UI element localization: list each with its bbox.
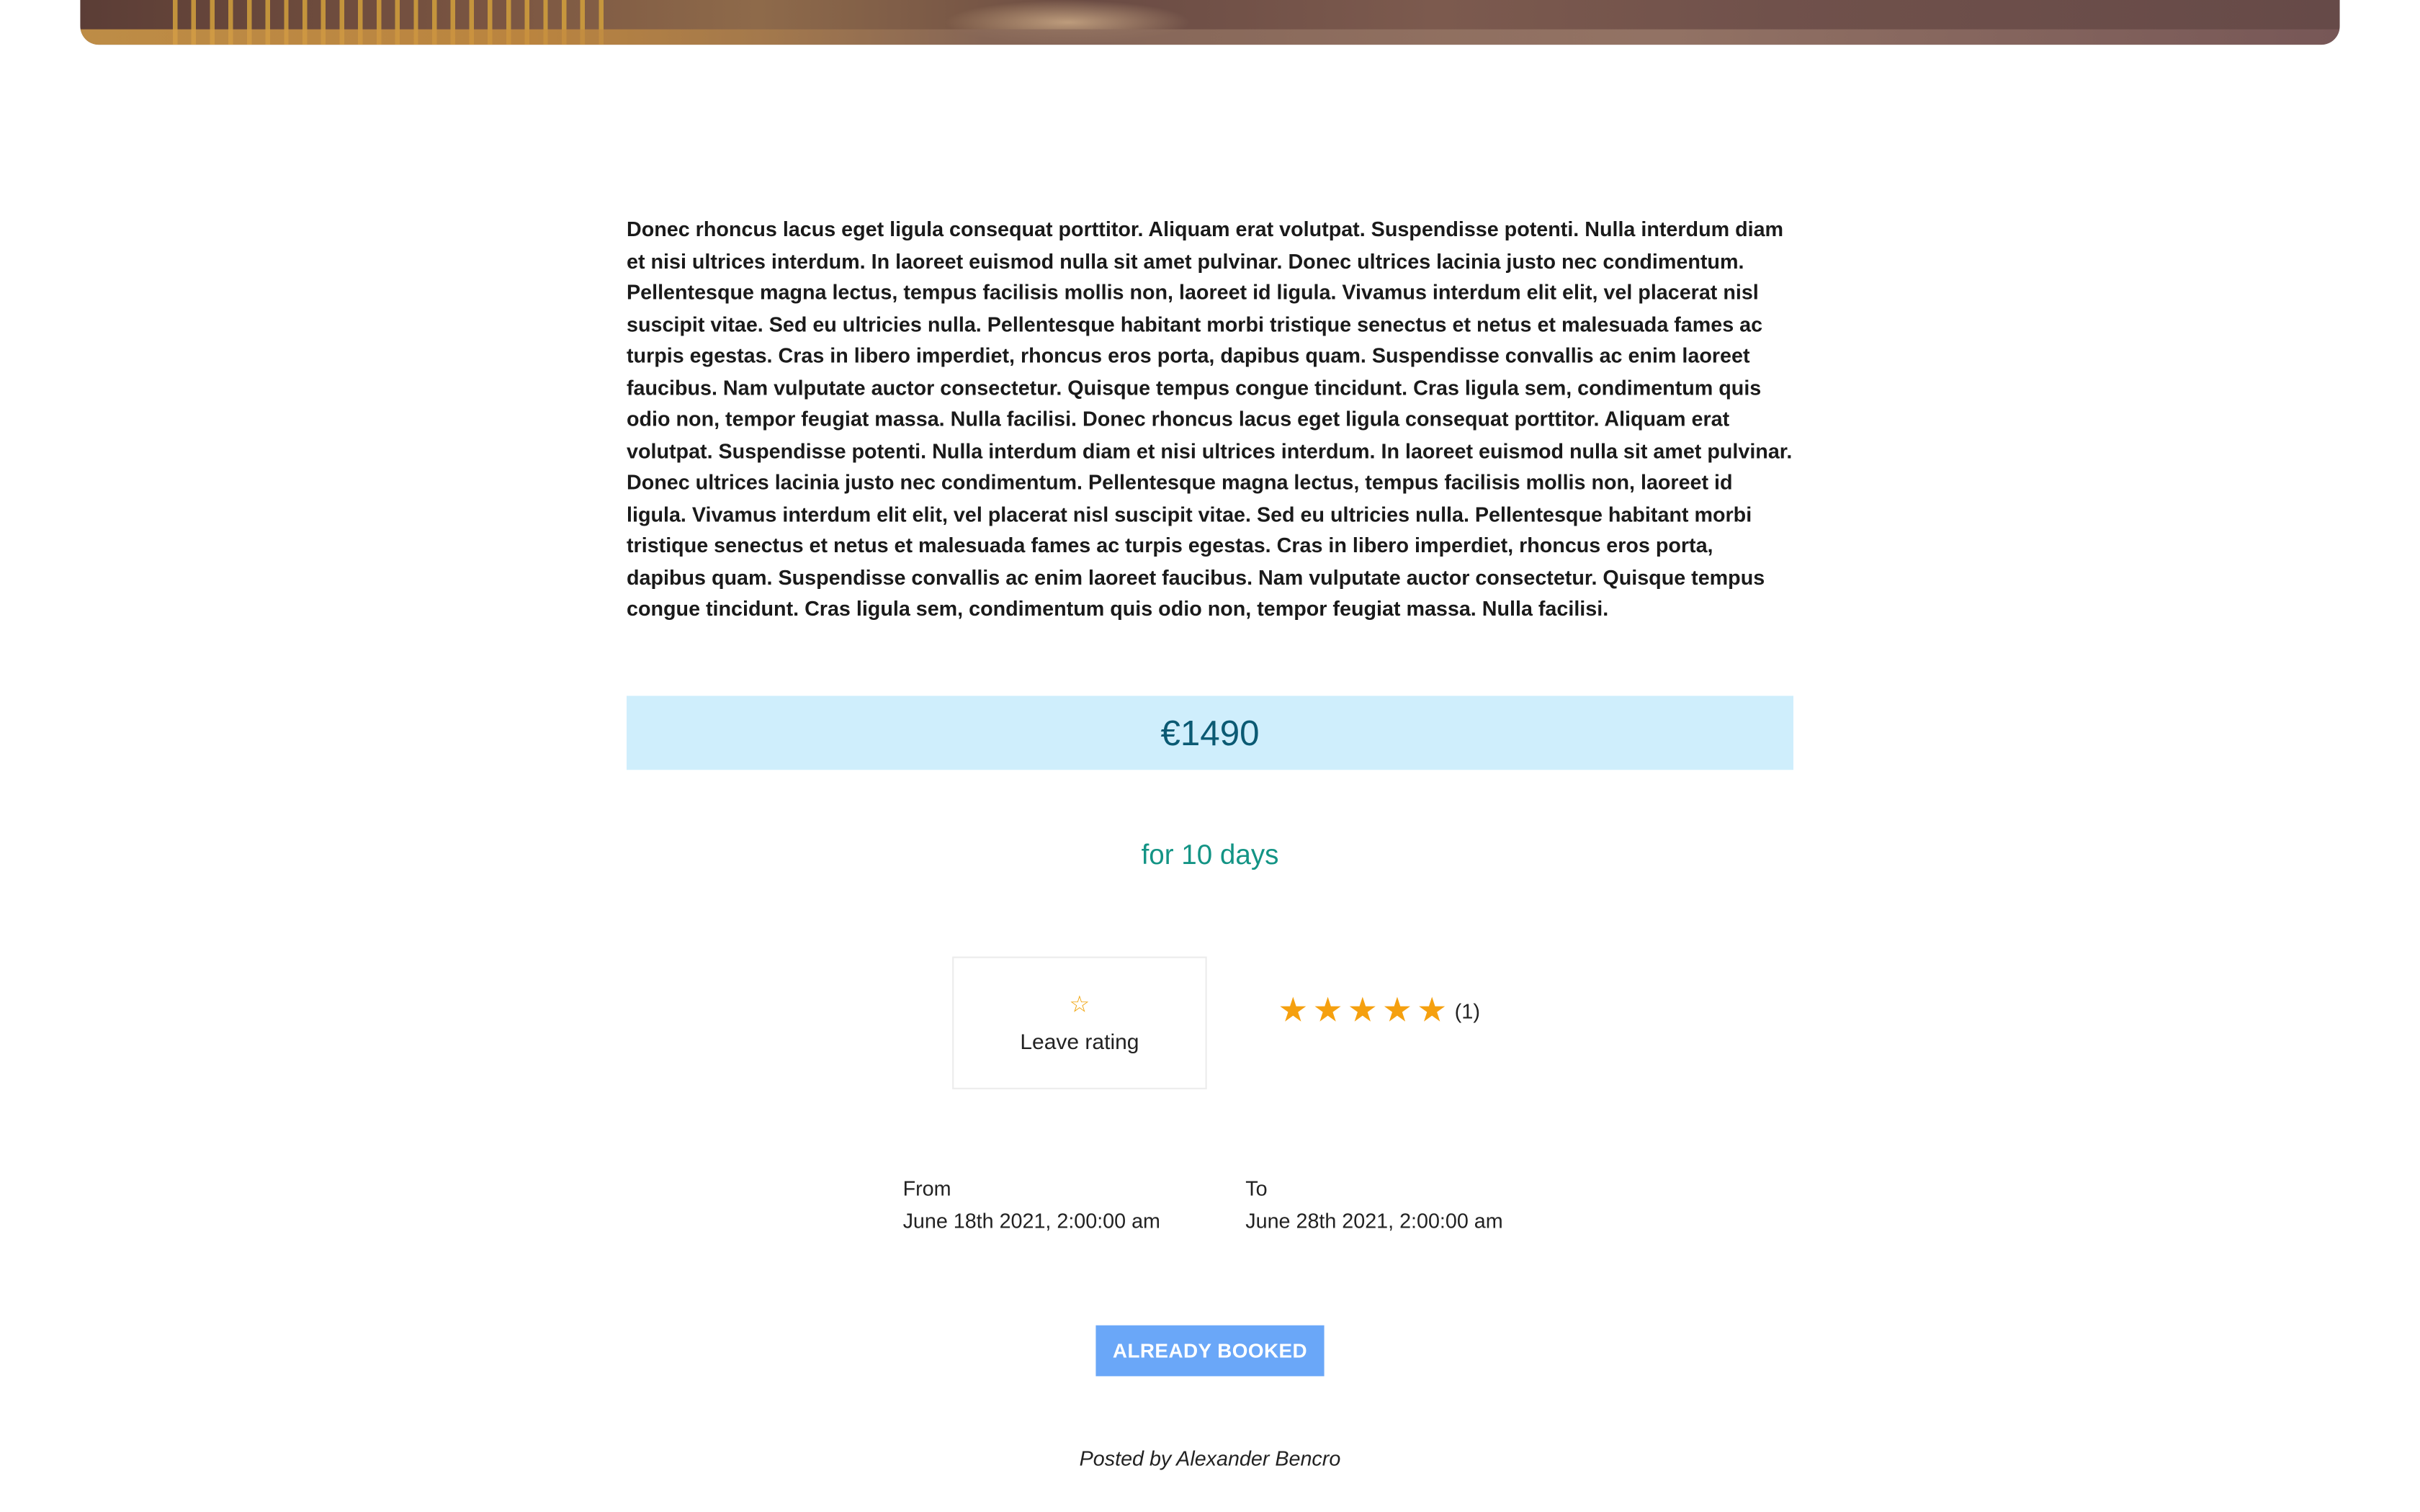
date-from-label: From [902, 1177, 951, 1201]
leave-rating-button[interactable]: ☆ Leave rating [952, 956, 1207, 1089]
date-to-value: June 28th 2021, 2:00:00 am [1245, 1208, 1503, 1233]
price-value: €1490 [1160, 711, 1260, 752]
rating-display: ★ ★ ★ ★ ★ (1) [1278, 990, 1480, 1030]
trip-description: Donec rhoncus lacus eget ligula consequa… [627, 217, 1793, 621]
star-icon: ★ [1312, 990, 1343, 1030]
hero-image [80, 0, 2340, 45]
leave-rating-label: Leave rating [1020, 1028, 1139, 1053]
date-to: To June 28th 2021, 2:00:00 am [1245, 1174, 1502, 1238]
posted-by: Posted by Alexander Bencro [1079, 1446, 1341, 1471]
date-from-value: June 18th 2021, 2:00:00 am [902, 1208, 1160, 1233]
rating-count: (1) [1454, 999, 1480, 1022]
star-outline-icon: ☆ [1069, 991, 1090, 1018]
star-icon: ★ [1347, 990, 1379, 1030]
page: Donec rhoncus lacus eget ligula consequa… [0, 0, 2420, 1512]
star-icon: ★ [1278, 990, 1309, 1030]
trip-duration: for 10 days [1141, 839, 1279, 870]
date-to-label: To [1245, 1177, 1268, 1201]
hero-ground [80, 29, 2340, 45]
date-from: From June 18th 2021, 2:00:00 am [903, 1174, 1160, 1238]
already-booked-button[interactable]: ALREADY BOOKED [1095, 1325, 1325, 1377]
price-banner: €1490 [627, 696, 1793, 770]
star-icon: ★ [1381, 990, 1413, 1030]
star-icon: ★ [1417, 990, 1448, 1030]
